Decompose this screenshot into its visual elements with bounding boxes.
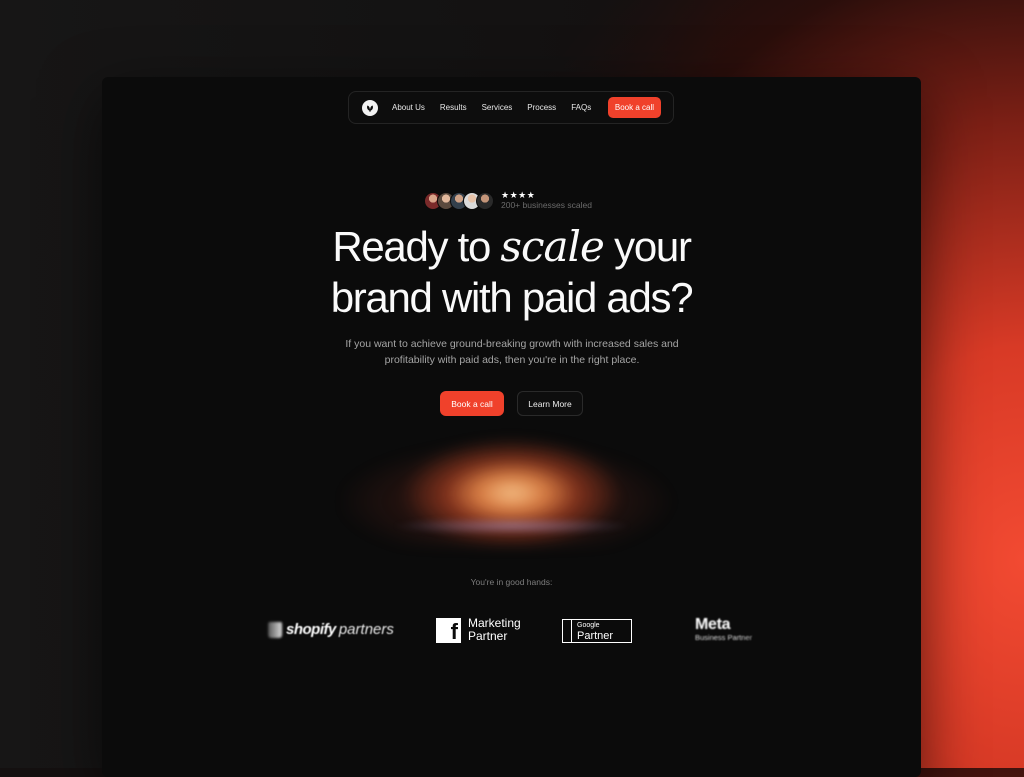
hero-subtext: If you want to achieve ground-breaking g… [345, 338, 679, 366]
nav-book-call-button[interactable]: Book a call [607, 97, 661, 118]
shopify-partners-word: partners [338, 621, 394, 638]
proof-text: ★★★★ 200+ businesses scaled [501, 190, 592, 211]
google-partner-text: Google Partner [572, 621, 614, 642]
nav-link-about-us[interactable]: About Us [392, 103, 425, 112]
headline-accent: scale [500, 222, 604, 271]
learn-more-button[interactable]: Learn More [517, 391, 583, 416]
facebook-icon: f [436, 617, 461, 643]
browser-window: About Us Results Services Process FAQs B… [102, 77, 921, 777]
logo-fade-left [260, 615, 282, 651]
headline-part2: your [603, 223, 692, 270]
nav-link-services[interactable]: Services [482, 103, 513, 112]
shopify-partners-logo: shopify partners [268, 621, 394, 638]
nav-link-process[interactable]: Process [527, 103, 556, 112]
google-big-text: Partner [577, 630, 614, 642]
nav-links: About Us Results Services Process FAQs [392, 103, 608, 112]
avatar-group [424, 191, 494, 210]
top-navigation: About Us Results Services Process FAQs B… [348, 91, 674, 124]
social-proof: ★★★★ 200+ businesses scaled [424, 190, 592, 211]
partners-label: You're in good hands: [470, 577, 553, 587]
google-badge-strip [563, 620, 572, 642]
hero-headline: Ready to scale your brand with paid ads? [102, 221, 921, 323]
businesses-scaled-label: 200+ businesses scaled [501, 200, 592, 210]
partner-logos: shopify partners f Marketing Partner Goo… [102, 615, 921, 651]
shopify-wordmark: shopify [286, 621, 336, 638]
headline-line2: brand with paid ads? [330, 274, 694, 321]
facebook-line2: Partner [468, 629, 508, 643]
rating-stars-icon: ★★★★ [501, 190, 536, 200]
leaf-logo-icon[interactable] [362, 99, 378, 116]
nav-link-results[interactable]: Results [440, 103, 467, 112]
nav-link-faqs[interactable]: FAQs [571, 103, 591, 112]
avatar [476, 191, 494, 210]
headline-part1: Ready to [332, 223, 501, 270]
facebook-marketing-partner-logo: f Marketing Partner [436, 617, 521, 643]
facebook-partner-text: Marketing Partner [468, 617, 521, 643]
book-call-button[interactable]: Book a call [440, 391, 504, 416]
logo-fade-right [742, 615, 782, 651]
hero-glow-base [392, 517, 632, 535]
google-partner-logo: Google Partner [562, 619, 632, 643]
